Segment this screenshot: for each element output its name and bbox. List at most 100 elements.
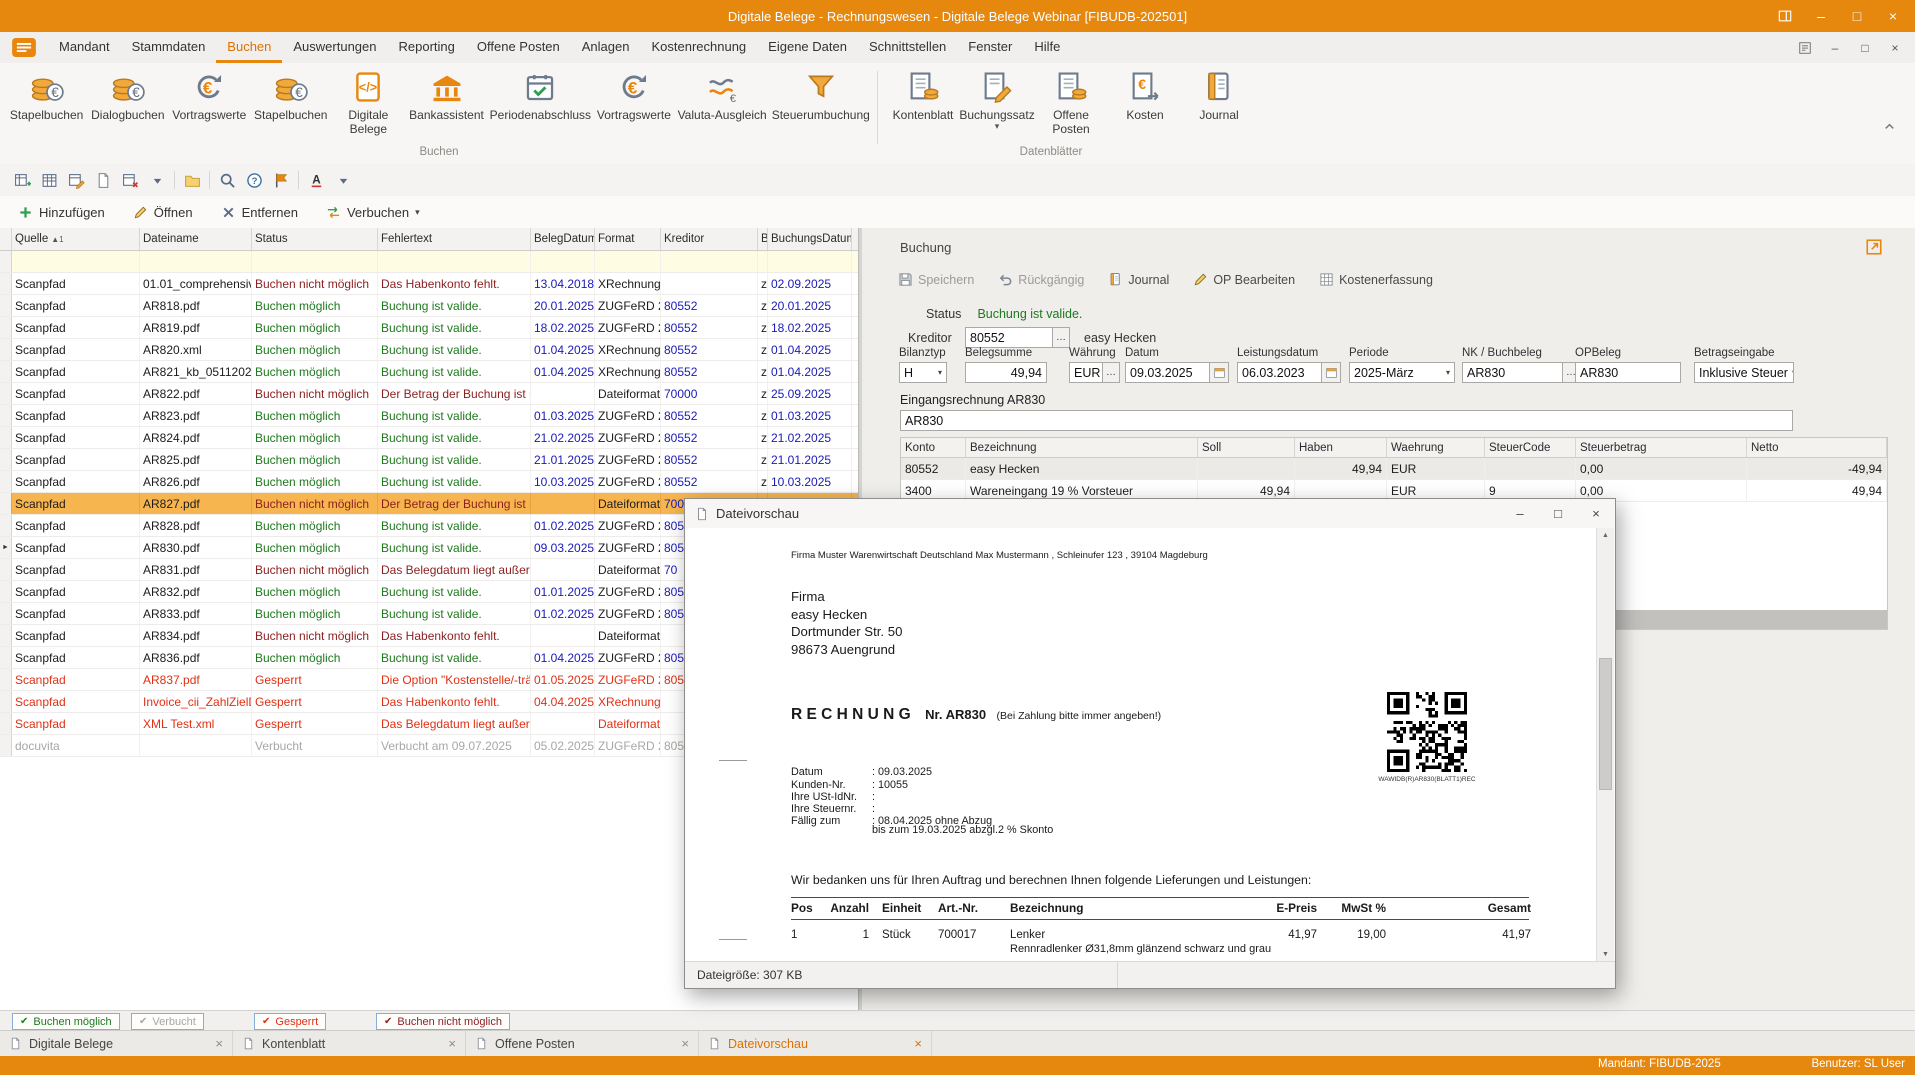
datum-calendar-button[interactable] [1210,362,1229,383]
quick-toolbar-button[interactable] [298,171,299,189]
quick-toolbar-button[interactable] [66,170,86,190]
menu-item[interactable]: Eigene Daten [757,32,858,63]
table-row[interactable]: Scanpfad AR823.pdf Buchen möglich Buchun… [0,405,858,427]
column-header-haben[interactable]: Haben [1295,438,1387,457]
column-header-konto[interactable]: Konto [901,438,966,457]
column-header-fehlertext[interactable]: Fehlertext [378,228,531,250]
column-header-b[interactable]: B [758,228,768,250]
close-icon[interactable]: × [681,1036,689,1051]
ribbon-button[interactable]: Journal [1182,65,1256,122]
belegsumme-input[interactable]: 49,94 [965,362,1047,383]
ribbon-button[interactable]: € Stapelbuchen [250,65,331,122]
ribbon-button[interactable]: € Valuta-Ausgleich [675,65,770,122]
minimize-button[interactable]: – [1501,499,1539,528]
table-row[interactable]: Scanpfad 01.01_comprehensive Buchen nich… [0,273,858,295]
buchung-toolbar-button[interactable]: Speichern [898,272,974,287]
action-button[interactable]: Verbuchen ▾ [316,201,430,224]
column-header-steuercode[interactable]: SteuerCode [1485,438,1576,457]
close-icon[interactable]: × [448,1036,456,1051]
panel-layout-button[interactable] [1767,3,1803,29]
column-header-quelle[interactable]: Quelle▲1 [12,228,140,250]
column-header-format[interactable]: Format [595,228,661,250]
column-header-kreditor[interactable]: Kreditor [661,228,758,250]
quick-toolbar-button[interactable] [182,170,202,190]
column-header-status[interactable]: Status [252,228,378,250]
column-header-belegdatum[interactable]: BelegDatum [531,228,595,250]
mdi-close-button[interactable]: × [1881,37,1909,59]
table-row[interactable]: Scanpfad AR822.pdf Buchen nicht möglich … [0,383,858,405]
table-row[interactable]: Scanpfad AR821_kb_05112024 Buchen möglic… [0,361,858,383]
menu-item[interactable]: Fenster [957,32,1023,63]
menu-item[interactable]: Stammdaten [121,32,217,63]
ribbon-button[interactable]: Offene Posten [1034,65,1108,136]
feedback-button[interactable] [1791,37,1819,59]
waehrung-lookup-button[interactable]: … [1103,362,1120,383]
column-header-soll[interactable]: Soll [1198,438,1295,457]
preview-titlebar[interactable]: Dateivorschau – □ × [685,499,1615,528]
preview-scrollbar[interactable]: ▲ ▼ [1596,528,1614,962]
opbeleg-input[interactable]: AR830 [1575,362,1681,383]
quick-toolbar-button[interactable] [209,171,210,189]
waehrung-input[interactable]: EUR [1069,362,1103,383]
table-row[interactable]: Scanpfad AR826.pdf Buchen möglich Buchun… [0,471,858,493]
scroll-down-arrow[interactable]: ▼ [1597,947,1614,962]
periode-select[interactable]: 2025-März▾ [1349,362,1455,383]
leistungsdatum-calendar-button[interactable] [1322,362,1341,383]
mdi-maximize-button[interactable]: □ [1851,37,1879,59]
ribbon-button[interactable]: Buchungssatz ▾ [960,65,1034,131]
table-row[interactable]: Scanpfad AR820.xml Buchen möglich Buchun… [0,339,858,361]
table-row[interactable]: Scanpfad AR825.pdf Buchen möglich Buchun… [0,449,858,471]
column-header-steuerbetrag[interactable]: Steuerbetrag [1576,438,1747,457]
ribbon-button[interactable]: € Stapelbuchen [6,65,87,122]
action-button[interactable]: Entfernen [211,201,314,224]
quick-toolbar-button[interactable] [333,170,353,190]
quick-toolbar-button[interactable] [147,170,167,190]
app-menu-button[interactable] [12,38,36,57]
kreditor-input[interactable]: 80552 [965,327,1053,348]
open-in-window-button[interactable] [1861,236,1887,258]
menu-item[interactable]: Offene Posten [466,32,571,63]
close-button[interactable]: × [1577,499,1615,528]
action-button[interactable]: Hinzufügen [8,201,121,224]
buchung-toolbar-button[interactable]: Rückgängig [998,272,1084,287]
ribbon-button[interactable]: Periodenabschluss [488,65,593,122]
ribbon-button[interactable]: </> Digitale Belege [331,65,405,136]
maximize-button[interactable]: □ [1539,499,1577,528]
buchung-toolbar-button[interactable]: Journal [1108,272,1169,287]
betragseingabe-select[interactable]: Inklusive Steuer▾ [1694,362,1794,383]
mdi-minimize-button[interactable]: – [1821,37,1849,59]
legend-filter-chip[interactable]: ✔ Gesperrt [254,1013,326,1030]
quick-toolbar-button[interactable] [217,170,237,190]
ribbon-button[interactable]: Kontenblatt [886,65,960,122]
menu-item[interactable]: Mandant [48,32,121,63]
kreditor-lookup-button[interactable]: … [1053,327,1070,348]
nk-buchbeleg-input[interactable]: AR830 [1462,362,1563,383]
table-row[interactable]: 80552 easy Hecken 49,94 EUR 0,00 -49,94 [901,458,1887,480]
menu-item[interactable]: Hilfe [1023,32,1071,63]
quick-toolbar-button[interactable] [12,170,32,190]
quick-toolbar-button[interactable] [39,170,59,190]
close-icon[interactable]: × [914,1036,922,1051]
quick-toolbar-button[interactable] [271,170,291,190]
ribbon-button[interactable]: € Kosten [1108,65,1182,122]
menu-item[interactable]: Schnittstellen [858,32,957,63]
column-header-waehrung[interactable]: Waehrung [1387,438,1485,457]
quick-toolbar-button[interactable] [174,171,175,189]
legend-filter-chip[interactable]: ✔ Buchen möglich [12,1013,120,1030]
ribbon-button[interactable]: € Vortragswerte [593,65,675,122]
ribbon-button[interactable]: Bankassistent [405,65,487,122]
document-tab[interactable]: Kontenblatt × [233,1031,466,1056]
ribbon-button[interactable]: Steuerumbuchung [770,65,872,122]
column-header-buchungsdatum[interactable]: BuchungsDatum [768,228,852,250]
document-tab[interactable]: Digitale Belege × [0,1031,233,1056]
minimize-button[interactable]: – [1803,3,1839,29]
ribbon-collapse-button[interactable] [1882,119,1897,134]
menu-item[interactable]: Anlagen [571,32,641,63]
action-button[interactable]: Öffnen [123,201,209,224]
column-header-netto[interactable]: Netto [1747,438,1887,457]
buchung-toolbar-button[interactable]: OP Bearbeiten [1193,272,1295,287]
menu-item[interactable]: Auswertungen [282,32,387,63]
table-row[interactable] [0,251,858,273]
table-row[interactable]: Scanpfad AR824.pdf Buchen möglich Buchun… [0,427,858,449]
document-tab[interactable]: Offene Posten × [466,1031,699,1056]
